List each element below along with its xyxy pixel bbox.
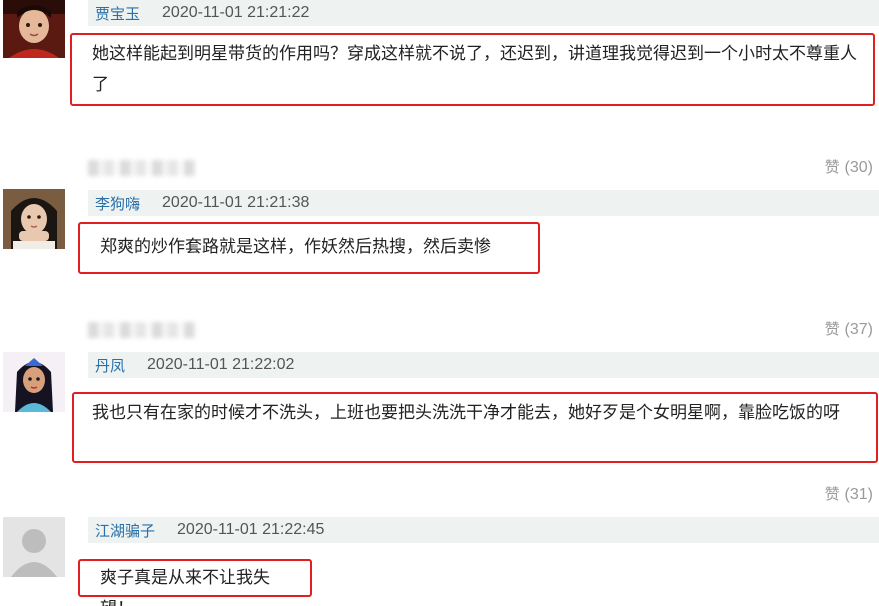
avatar[interactable]	[3, 0, 65, 58]
username-link[interactable]: 贾宝玉	[95, 3, 140, 24]
comment-meta: 丹凤 2020-11-01 21:22:02	[88, 352, 879, 378]
comment-text: 她这样能起到明星带货的作用吗？穿成这样就不说了，还迟到，讲道理我觉得迟到一个小时…	[70, 33, 875, 106]
like-button[interactable]: 赞 (37)	[825, 318, 873, 339]
like-button[interactable]: 赞 (31)	[825, 483, 873, 504]
timestamp: 2020-11-01 21:21:22	[162, 4, 310, 21]
avatar[interactable]	[3, 352, 65, 412]
comment-text: 郑爽的炒作套路就是这样，作妖然后热搜，然后卖惨	[78, 222, 540, 274]
username-link[interactable]: 江湖骗子	[95, 520, 155, 541]
comment-footer: 赞 (30)	[0, 152, 879, 182]
like-button[interactable]: 赞 (30)	[825, 156, 873, 177]
avatar[interactable]	[3, 189, 65, 249]
like-count: (30)	[844, 159, 873, 176]
avatar[interactable]	[3, 517, 65, 577]
comment-text: 爽子真是从来不让我失望！	[78, 559, 312, 606]
timestamp: 2020-11-01 21:22:45	[177, 521, 325, 538]
like-label: 赞	[824, 485, 840, 503]
comment-text: 我也只有在家的时候才不洗头，上班也要把头洗洗干净才能去，她好歹是个女明星啊，靠脸…	[72, 392, 878, 463]
comment-meta: 李狗嗨 2020-11-01 21:21:38	[88, 190, 879, 216]
like-count: (37)	[844, 321, 873, 338]
blurred-reply-name	[88, 322, 196, 338]
timestamp: 2020-11-01 21:21:38	[162, 194, 310, 211]
like-count: (31)	[844, 486, 873, 503]
comment-footer: 赞 (31)	[0, 479, 879, 509]
like-label: 赞	[824, 158, 840, 176]
comment-footer: 赞 (37)	[0, 314, 879, 344]
comment-meta: 江湖骗子 2020-11-01 21:22:45	[88, 517, 879, 543]
like-label: 赞	[824, 320, 840, 338]
timestamp: 2020-11-01 21:22:02	[147, 356, 295, 373]
username-link[interactable]: 李狗嗨	[95, 193, 140, 214]
comment-meta: 贾宝玉 2020-11-01 21:21:22	[88, 0, 879, 26]
username-link[interactable]: 丹凤	[95, 355, 125, 376]
blurred-reply-name	[88, 160, 196, 176]
